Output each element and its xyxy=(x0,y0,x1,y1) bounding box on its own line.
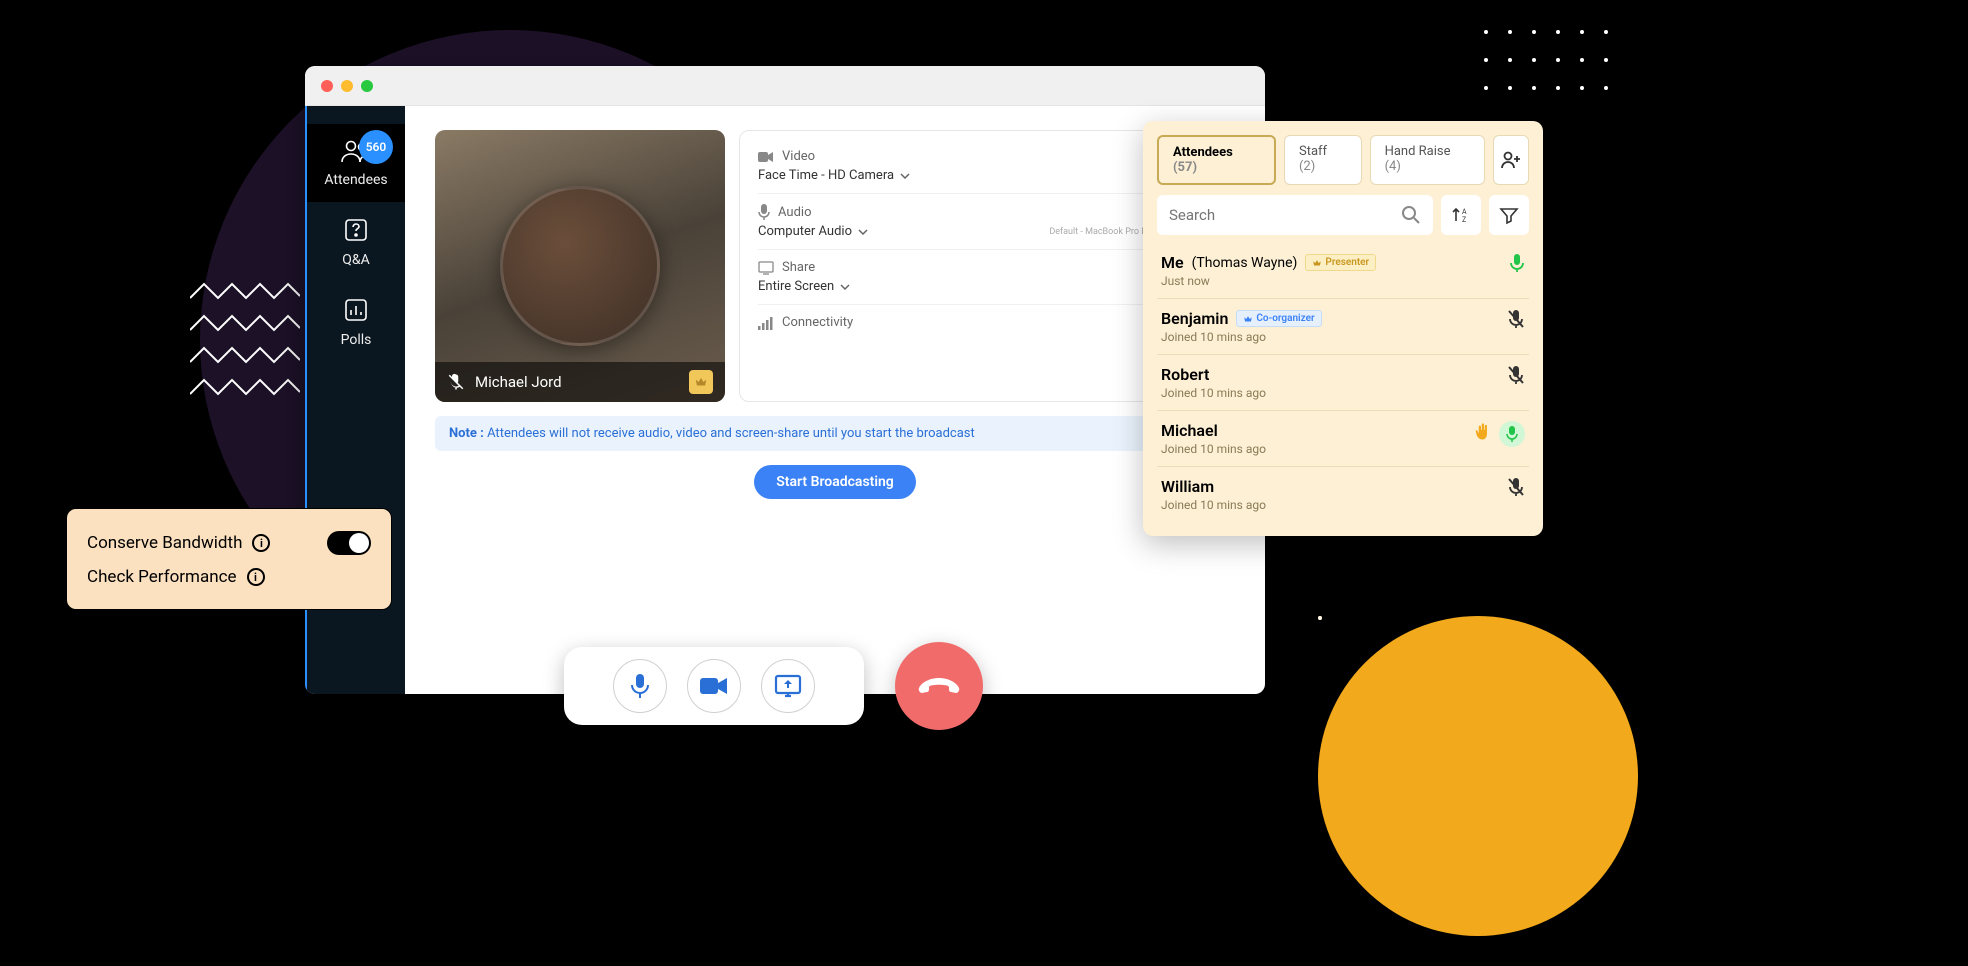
window-titlebar xyxy=(305,66,1265,106)
camera-button[interactable] xyxy=(687,659,741,713)
tab-attendees[interactable]: Attendees (57) xyxy=(1157,135,1276,185)
attendee-row[interactable]: Me(Thomas Wayne)PresenterJust now xyxy=(1157,243,1529,299)
audio-default-label: Default - MacBook Pro Mic xyxy=(1049,227,1156,237)
chevron-down-icon xyxy=(900,173,910,179)
start-broadcasting-button[interactable]: Start Broadcasting xyxy=(754,465,916,499)
sidebar-item-label: Q&A xyxy=(342,252,369,268)
window-close-icon[interactable] xyxy=(321,80,333,92)
chevron-down-icon xyxy=(840,284,850,290)
end-call-button[interactable] xyxy=(895,642,983,730)
main-area: Michael Jord Video Face Time - HD Camera xyxy=(405,106,1265,694)
mic-icon xyxy=(628,672,652,700)
broadcast-note: Note : Attendees will not receive audio,… xyxy=(435,416,1235,451)
screen-share-icon xyxy=(774,674,802,698)
filter-icon xyxy=(1499,205,1519,225)
presenter-crown-icon xyxy=(689,370,713,394)
window-maximize-icon[interactable] xyxy=(361,80,373,92)
mic-muted-icon xyxy=(447,373,465,391)
camera-icon xyxy=(700,676,728,696)
sidebar-item-qa[interactable]: Q&A xyxy=(307,202,405,282)
question-icon xyxy=(342,216,370,244)
performance-card: Conserve Bandwidth i Check Performance i xyxy=(66,508,392,610)
sidebar-item-polls[interactable]: Polls xyxy=(307,282,405,362)
attendees-list: Me(Thomas Wayne)PresenterJust nowBenjami… xyxy=(1157,243,1529,522)
hand-raised-icon xyxy=(1475,423,1493,445)
tab-handraise[interactable]: Hand Raise (4) xyxy=(1370,135,1485,185)
tab-staff[interactable]: Staff (2) xyxy=(1284,135,1362,185)
mic-muted-icon xyxy=(1507,309,1525,333)
attendees-search[interactable] xyxy=(1157,195,1433,235)
attendees-panel: Attendees (57) Staff (2) Hand Raise (4) … xyxy=(1143,121,1543,536)
check-performance-row[interactable]: Check Performance i xyxy=(87,561,371,593)
sort-az-icon: AZ xyxy=(1451,205,1471,225)
setting-label: Video xyxy=(782,149,815,164)
bandwidth-toggle[interactable] xyxy=(327,531,371,555)
mic-icon xyxy=(758,204,770,220)
decor-yellow-circle xyxy=(1318,616,1638,936)
setting-label: Share xyxy=(782,260,815,275)
setting-label: Audio xyxy=(778,205,811,220)
info-icon[interactable]: i xyxy=(247,568,265,586)
chevron-down-icon xyxy=(858,229,868,235)
sort-button[interactable]: AZ xyxy=(1441,195,1481,235)
video-tile-name: Michael Jord xyxy=(475,373,562,391)
poll-icon xyxy=(342,296,370,324)
mic-muted-icon xyxy=(1507,365,1525,389)
sidebar-item-label: Attendees xyxy=(324,172,387,188)
role-badge: Presenter xyxy=(1305,254,1376,271)
info-icon[interactable]: i xyxy=(252,534,270,552)
svg-text:Z: Z xyxy=(1462,216,1466,224)
attendee-row[interactable]: BenjaminCo-organizerJoined 10 mins ago xyxy=(1157,299,1529,355)
add-person-button[interactable] xyxy=(1493,135,1529,185)
role-badge: Co-organizer xyxy=(1236,310,1321,327)
conserve-bandwidth-row: Conserve Bandwidth i xyxy=(87,525,371,561)
app-window: 560 Attendees Q&A Polls Michael Jord xyxy=(305,66,1265,694)
attendees-count-badge: 560 xyxy=(359,130,393,164)
search-input[interactable] xyxy=(1169,206,1401,224)
call-controls xyxy=(564,647,864,725)
decor-dots xyxy=(1474,20,1618,104)
decor-zigzag xyxy=(190,280,300,408)
phone-hangup-icon xyxy=(918,676,960,696)
setting-label: Connectivity xyxy=(782,315,853,330)
mic-active-icon xyxy=(1509,253,1525,277)
attendee-row[interactable]: MichaelJoined 10 mins ago xyxy=(1157,411,1529,467)
attendees-tabs: Attendees (57) Staff (2) Hand Raise (4) xyxy=(1157,135,1529,185)
attendee-row[interactable]: RobertJoined 10 mins ago xyxy=(1157,355,1529,411)
mic-muted-icon xyxy=(1507,477,1525,501)
sidebar-item-attendees[interactable]: 560 Attendees xyxy=(307,124,405,202)
video-preview-tile: Michael Jord xyxy=(435,130,725,402)
mic-active-icon xyxy=(1499,421,1525,447)
screen-icon xyxy=(758,261,774,275)
camera-icon xyxy=(758,151,774,163)
sidebar-item-label: Polls xyxy=(341,332,372,348)
search-icon xyxy=(1401,205,1421,225)
person-add-icon xyxy=(1500,150,1522,170)
attendee-row[interactable]: WilliamJoined 10 mins ago xyxy=(1157,467,1529,522)
svg-text:A: A xyxy=(1462,208,1467,216)
signal-icon xyxy=(758,316,774,330)
filter-button[interactable] xyxy=(1489,195,1529,235)
share-screen-button[interactable] xyxy=(761,659,815,713)
window-minimize-icon[interactable] xyxy=(341,80,353,92)
mic-button[interactable] xyxy=(613,659,667,713)
